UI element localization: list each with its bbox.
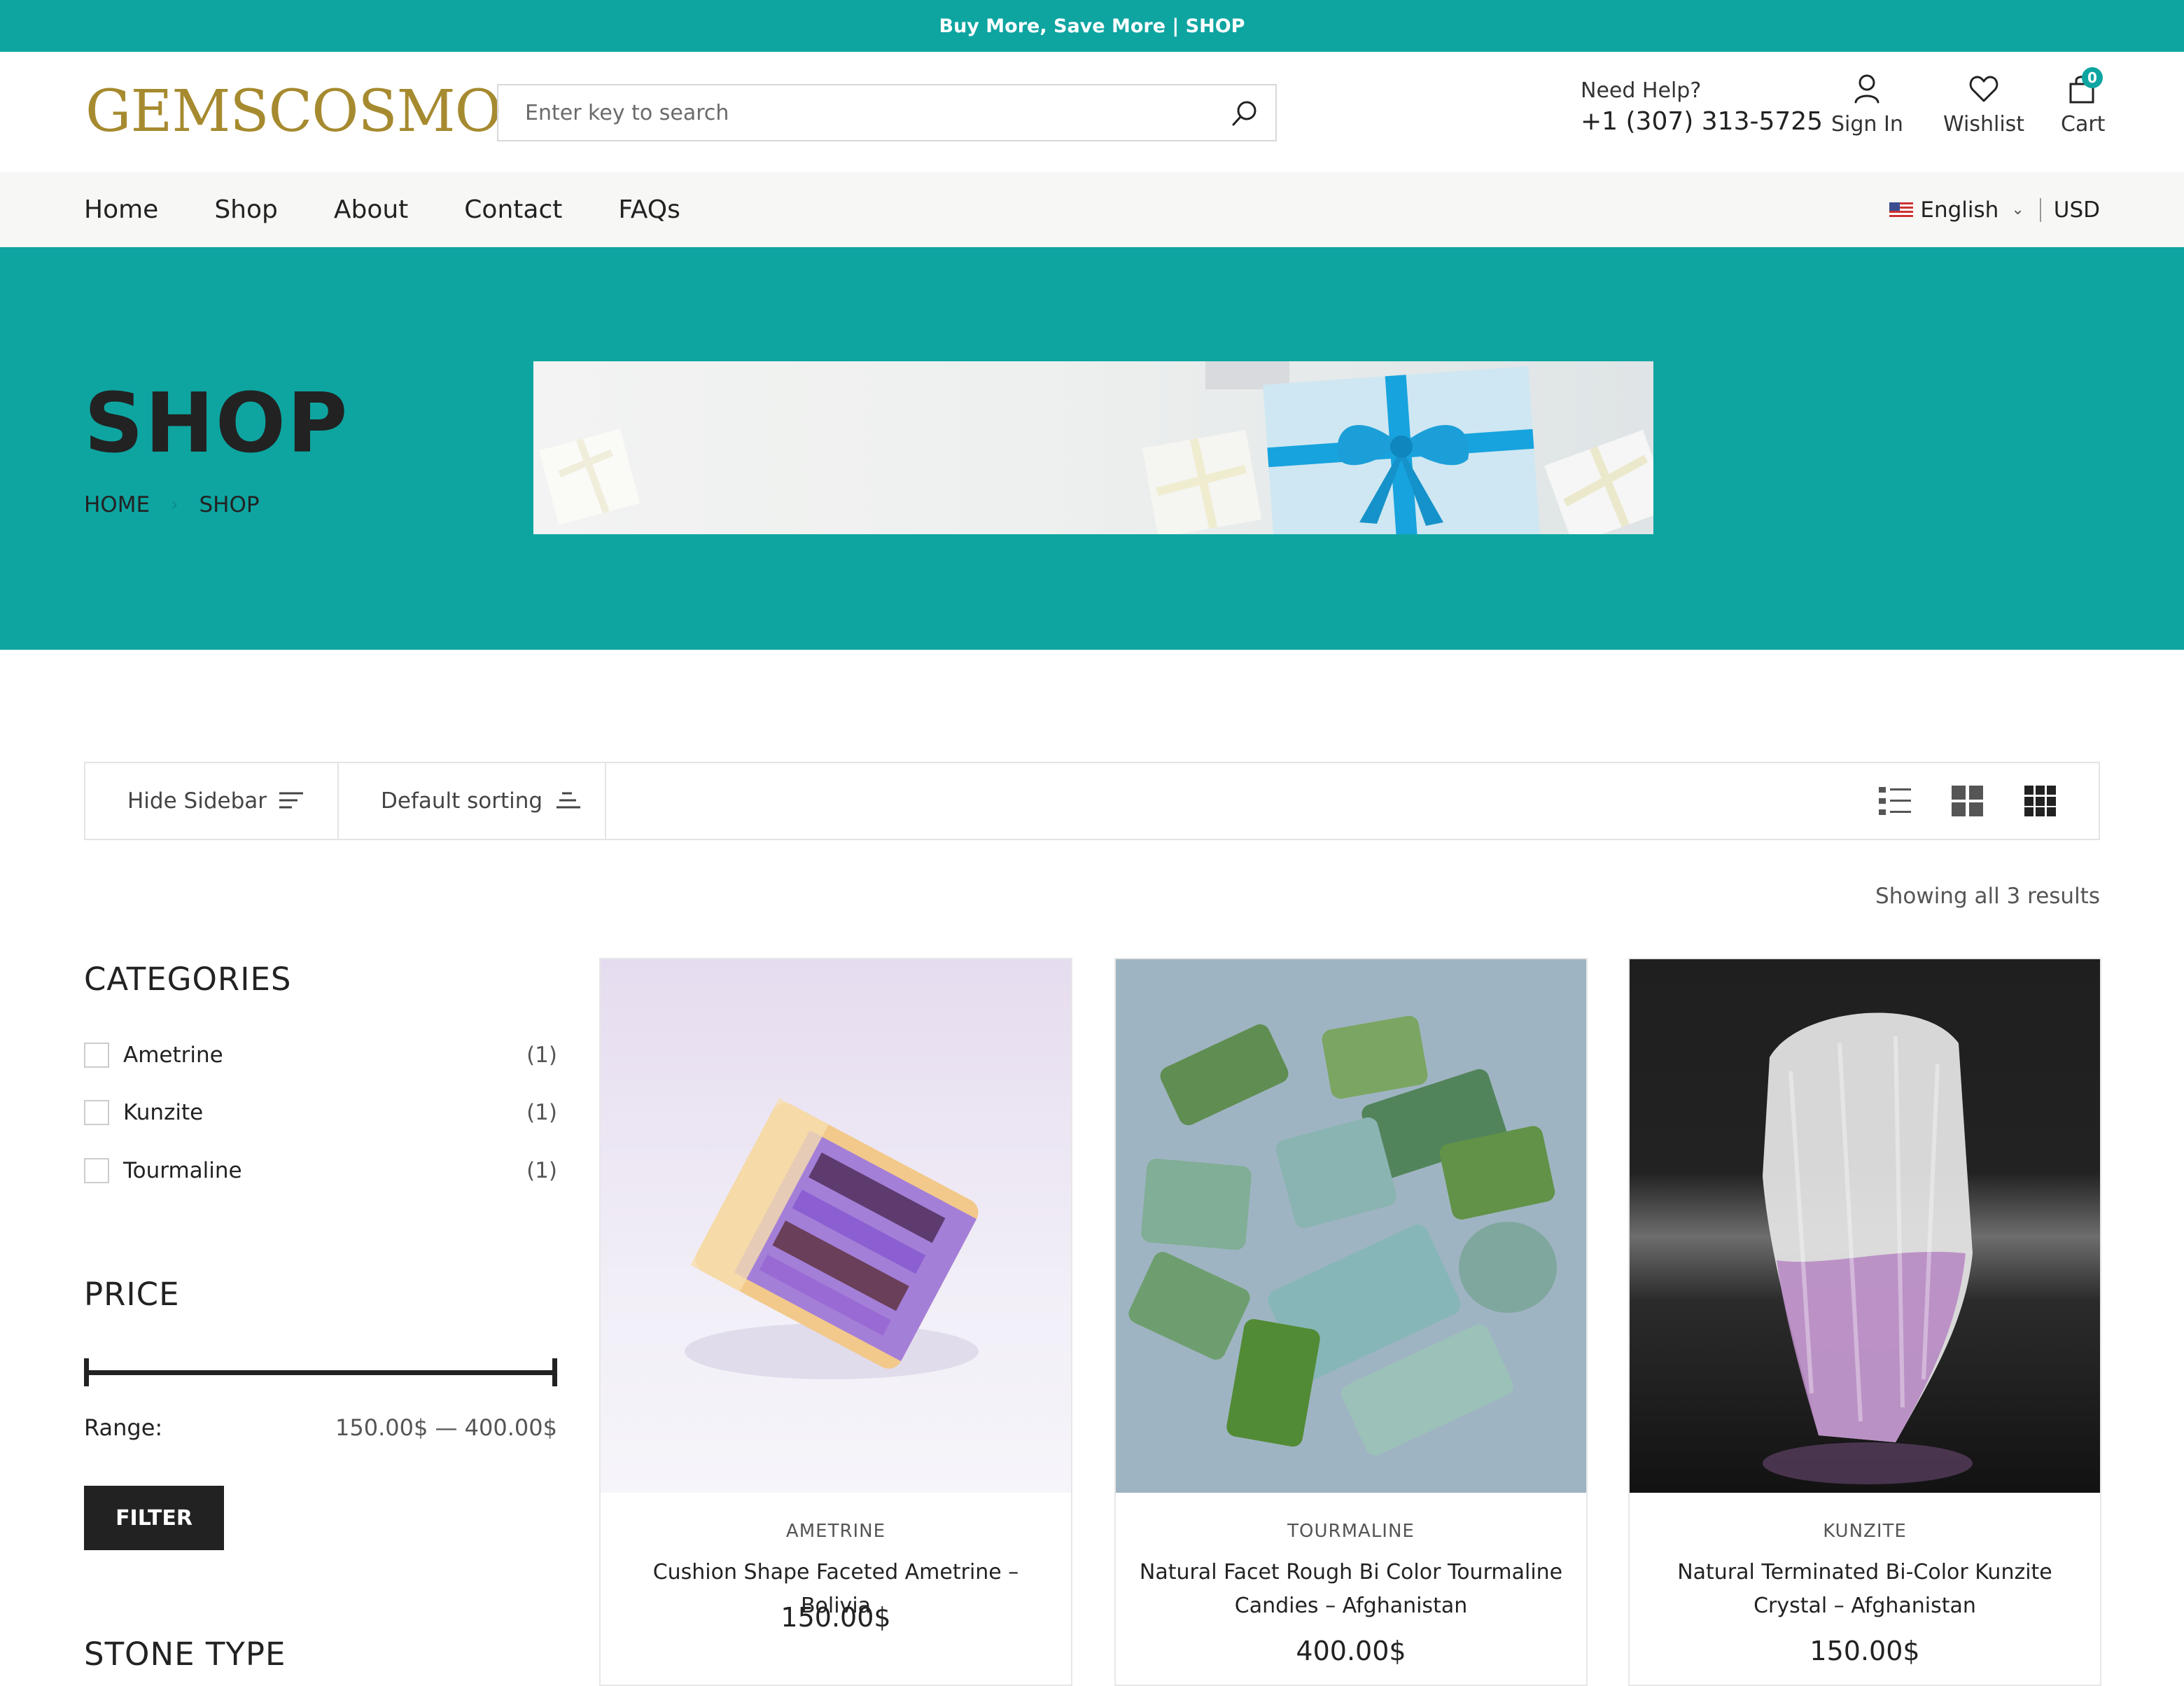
product-card[interactable]: AMETRINE Cushion Shape Faceted Ametrine … [599,958,1072,1686]
nav-item-faqs[interactable]: FAQs [618,195,680,224]
nav-item-about[interactable]: About [334,195,408,224]
product-card[interactable]: TOURMALINE Natural Facet Rough Bi Color … [1114,958,1588,1686]
category-filter-tourmaline[interactable]: Tourmaline (1) [84,1153,557,1188]
product-category[interactable]: KUNZITE [1630,1521,2100,1542]
filter-lines-icon [279,792,303,809]
sign-in-label: Sign In [1831,112,1903,137]
product-image[interactable] [601,959,1071,1493]
chevron-down-icon[interactable]: ⌄ [2011,201,2024,218]
checkbox[interactable] [84,1158,109,1183]
category-count: (1) [526,1158,557,1183]
product-title[interactable]: Natural Terminated Bi-Color Kunzite Crys… [1651,1556,2079,1623]
user-icon [1854,74,1879,104]
wishlist-label: Wishlist [1943,112,2025,137]
locale-switcher: English ⌄ USD [1889,172,2100,247]
category-filter-kunzite[interactable]: Kunzite (1) [84,1095,557,1130]
product-price: 150.00$ [1809,1636,1920,1666]
list-view-icon[interactable] [1879,786,1911,819]
sorting-dropdown[interactable]: Default sorting [339,763,606,839]
checkbox[interactable] [84,1043,109,1068]
product-category[interactable]: AMETRINE [601,1521,1071,1542]
range-values: 150.00$ — 400.00$ [335,1414,557,1441]
breadcrumb-current: SHOP [199,492,260,517]
site-logo[interactable]: GEMSCOSMO [85,78,502,145]
hide-sidebar-label: Hide Sidebar [127,788,267,814]
range-label: Range: [84,1414,163,1441]
nav-item-contact[interactable]: Contact [464,195,562,224]
category-count: (1) [526,1043,557,1068]
product-card[interactable]: KUNZITE Natural Terminated Bi-Color Kunz… [1628,958,2101,1686]
us-flag-icon [1889,202,1914,218]
shop-toolbar: Hide Sidebar Default sorting [84,762,2100,840]
product-image[interactable] [1630,959,2100,1493]
page-title: SHOP [84,375,349,471]
price-range: Range: 150.00$ — 400.00$ [84,1414,557,1441]
hero-banner-image [533,361,1653,534]
product-price: 150.00$ [780,1602,891,1633]
price-range-slider[interactable] [84,1358,557,1386]
slider-track [84,1370,557,1375]
product-price: 400.00$ [1296,1636,1406,1666]
help-contact: Need Help? +1 (307) 313-5725 [1581,78,1823,136]
wishlist-link[interactable]: Wishlist [1943,73,2024,137]
breadcrumb: HOME › SHOP [84,492,260,517]
nav-menu: Home Shop About Contact FAQs [84,172,736,247]
promo-bar[interactable]: Buy More, Save More | SHOP [0,0,2184,52]
cart-label: Cart [2061,112,2106,137]
sort-icon [556,792,581,809]
search-box [497,84,1277,141]
hide-sidebar-button[interactable]: Hide Sidebar [85,763,339,839]
heart-icon [1969,76,1998,102]
category-filter-ametrine[interactable]: Ametrine (1) [84,1038,557,1073]
sorting-label: Default sorting [381,788,543,814]
product-image[interactable] [1116,959,1586,1493]
nav-item-home[interactable]: Home [84,195,158,224]
grid-2-icon[interactable] [1952,786,1984,819]
page-hero: SHOP HOME › SHOP [0,247,2184,650]
price-heading: PRICE [84,1276,180,1313]
product-category[interactable]: TOURMALINE [1116,1521,1586,1542]
help-label: Need Help? [1581,78,1702,103]
search-icon[interactable] [1229,98,1260,129]
cart-count-badge: 0 [2082,67,2103,88]
main-nav: Home Shop About Contact FAQs English ⌄ U… [0,172,2184,247]
view-switcher [1838,786,2057,819]
currency-select[interactable]: USD [2054,197,2100,223]
product-title[interactable]: Natural Facet Rough Bi Color Tourmaline … [1137,1556,1565,1623]
category-count: (1) [526,1100,557,1125]
slider-handle-max[interactable] [552,1358,557,1386]
nav-item-shop[interactable]: Shop [214,195,278,224]
site-header: GEMSCOSMO Need Help? +1 (307) 313-5725 S… [0,52,2184,172]
breadcrumb-home[interactable]: HOME [84,492,150,517]
promo-text[interactable]: Buy More, Save More | SHOP [939,15,1245,37]
slider-handle-min[interactable] [84,1358,89,1386]
category-label[interactable]: Ametrine [123,1043,223,1068]
results-count: Showing all 3 results [1875,884,2100,909]
stone-type-heading: STONE TYPE [84,1636,286,1673]
checkbox[interactable] [84,1100,109,1125]
category-label[interactable]: Tourmaline [123,1158,242,1183]
sign-in-link[interactable]: Sign In [1831,73,1903,137]
filter-button[interactable]: FILTER [84,1486,224,1550]
breadcrumb-separator-icon: › [171,494,178,515]
category-label[interactable]: Kunzite [123,1100,203,1125]
help-phone[interactable]: +1 (307) 313-5725 [1581,107,1823,136]
grid-3-icon[interactable] [2024,786,2057,819]
search-input[interactable] [498,85,1198,140]
language-select[interactable]: English [1920,197,1998,223]
locale-divider [2039,197,2041,222]
categories-heading: CATEGORIES [84,961,292,998]
